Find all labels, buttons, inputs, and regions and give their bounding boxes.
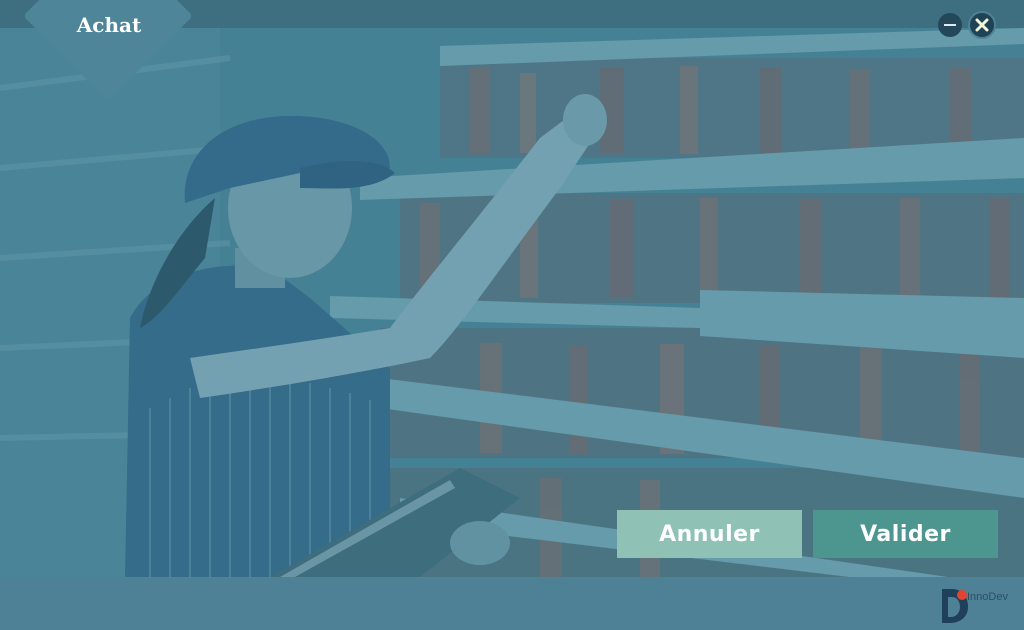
validate-button[interactable]: Valider xyxy=(813,510,998,558)
logo-mark-icon xyxy=(942,589,968,623)
supermarket-shelf-illustration xyxy=(0,28,1024,577)
company-logo: InnoDev xyxy=(938,585,1018,625)
close-button[interactable] xyxy=(968,11,996,39)
minus-icon xyxy=(944,24,956,26)
background-photo xyxy=(0,28,1024,577)
bottom-bar xyxy=(0,577,1024,630)
logo-text: InnoDev xyxy=(967,591,1008,603)
close-icon xyxy=(975,18,989,32)
cancel-button[interactable]: Annuler xyxy=(617,510,802,558)
minimize-button[interactable] xyxy=(938,13,962,37)
window-title: Achat xyxy=(76,13,142,37)
